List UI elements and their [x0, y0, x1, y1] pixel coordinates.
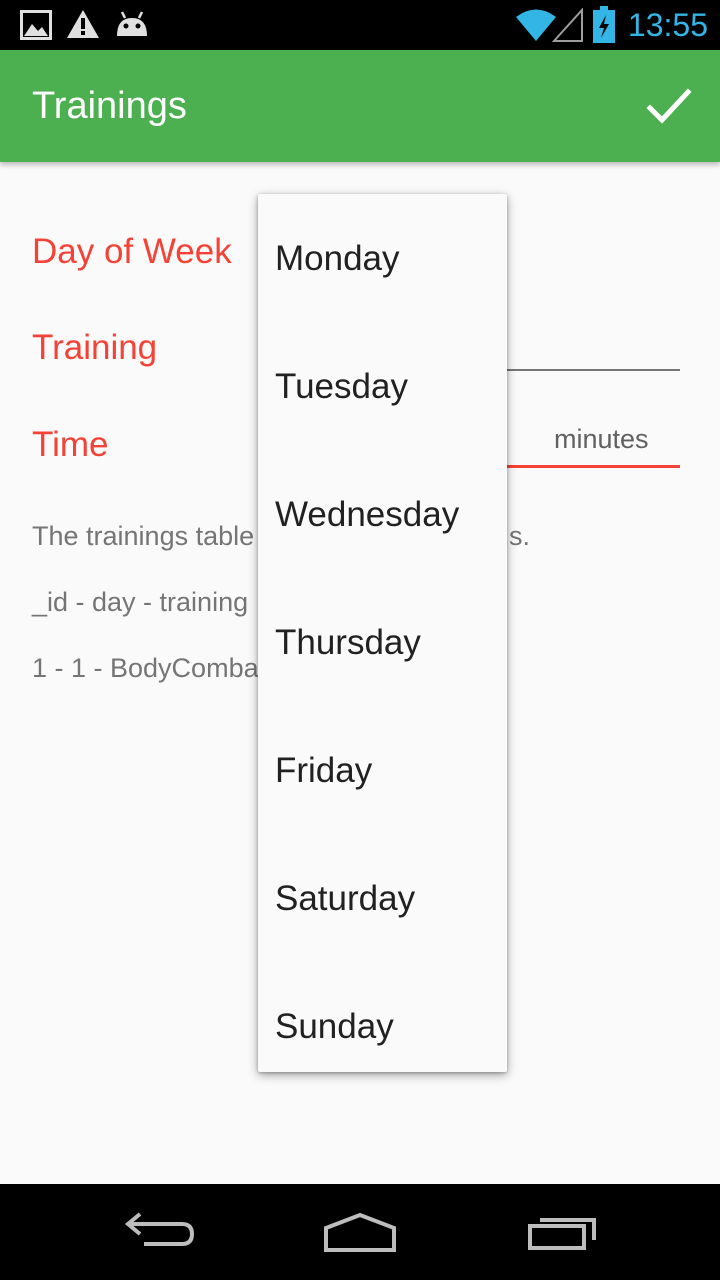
- navigation-bar: [0, 1184, 720, 1280]
- training-field[interactable]: [507, 369, 680, 371]
- warning-notification-icon: [67, 10, 99, 38]
- check-icon: [646, 88, 692, 124]
- back-icon: [124, 1212, 195, 1246]
- dropdown-option-tuesday[interactable]: Tuesday: [258, 322, 507, 450]
- dropdown-option-wednesday[interactable]: Wednesday: [258, 450, 507, 578]
- description-line-2: _id - day - training: [32, 587, 249, 617]
- signal-icon: [552, 8, 583, 42]
- app-bar: Trainings: [0, 50, 720, 162]
- description-line-3: 1 - 1 - BodyComba: [32, 653, 259, 683]
- time-label: Time: [32, 425, 109, 464]
- time-unit-hint: minutes: [554, 424, 649, 454]
- home-button[interactable]: [322, 1212, 398, 1261]
- day-of-week-label: Day of Week: [32, 232, 232, 271]
- android-notification-icon: [117, 11, 147, 36]
- confirm-button[interactable]: [640, 80, 700, 132]
- wifi-icon: [516, 9, 556, 41]
- day-of-week-dropdown[interactable]: Monday Tuesday Wednesday Thursday Friday…: [258, 194, 507, 1072]
- dropdown-option-saturday[interactable]: Saturday: [258, 834, 507, 962]
- dropdown-option-sunday[interactable]: Sunday: [258, 962, 507, 1072]
- recents-button[interactable]: [526, 1212, 598, 1257]
- home-icon: [324, 1212, 396, 1252]
- page-title: Trainings: [32, 85, 187, 127]
- time-field[interactable]: [507, 465, 680, 468]
- status-bar: 13:55: [0, 0, 720, 50]
- training-label: Training: [32, 328, 158, 367]
- dropdown-option-monday[interactable]: Monday: [258, 194, 507, 322]
- dropdown-option-thursday[interactable]: Thursday: [258, 578, 507, 706]
- recents-icon: [528, 1218, 596, 1250]
- description-line-1: The trainings table: [32, 521, 255, 551]
- gallery-notification-icon: [20, 10, 52, 40]
- back-button[interactable]: [124, 1212, 196, 1257]
- dropdown-option-friday[interactable]: Friday: [258, 706, 507, 834]
- battery-charging-icon: [593, 6, 615, 43]
- status-time: 13:55: [627, 7, 708, 43]
- description-line-1-end: s.: [509, 521, 531, 551]
